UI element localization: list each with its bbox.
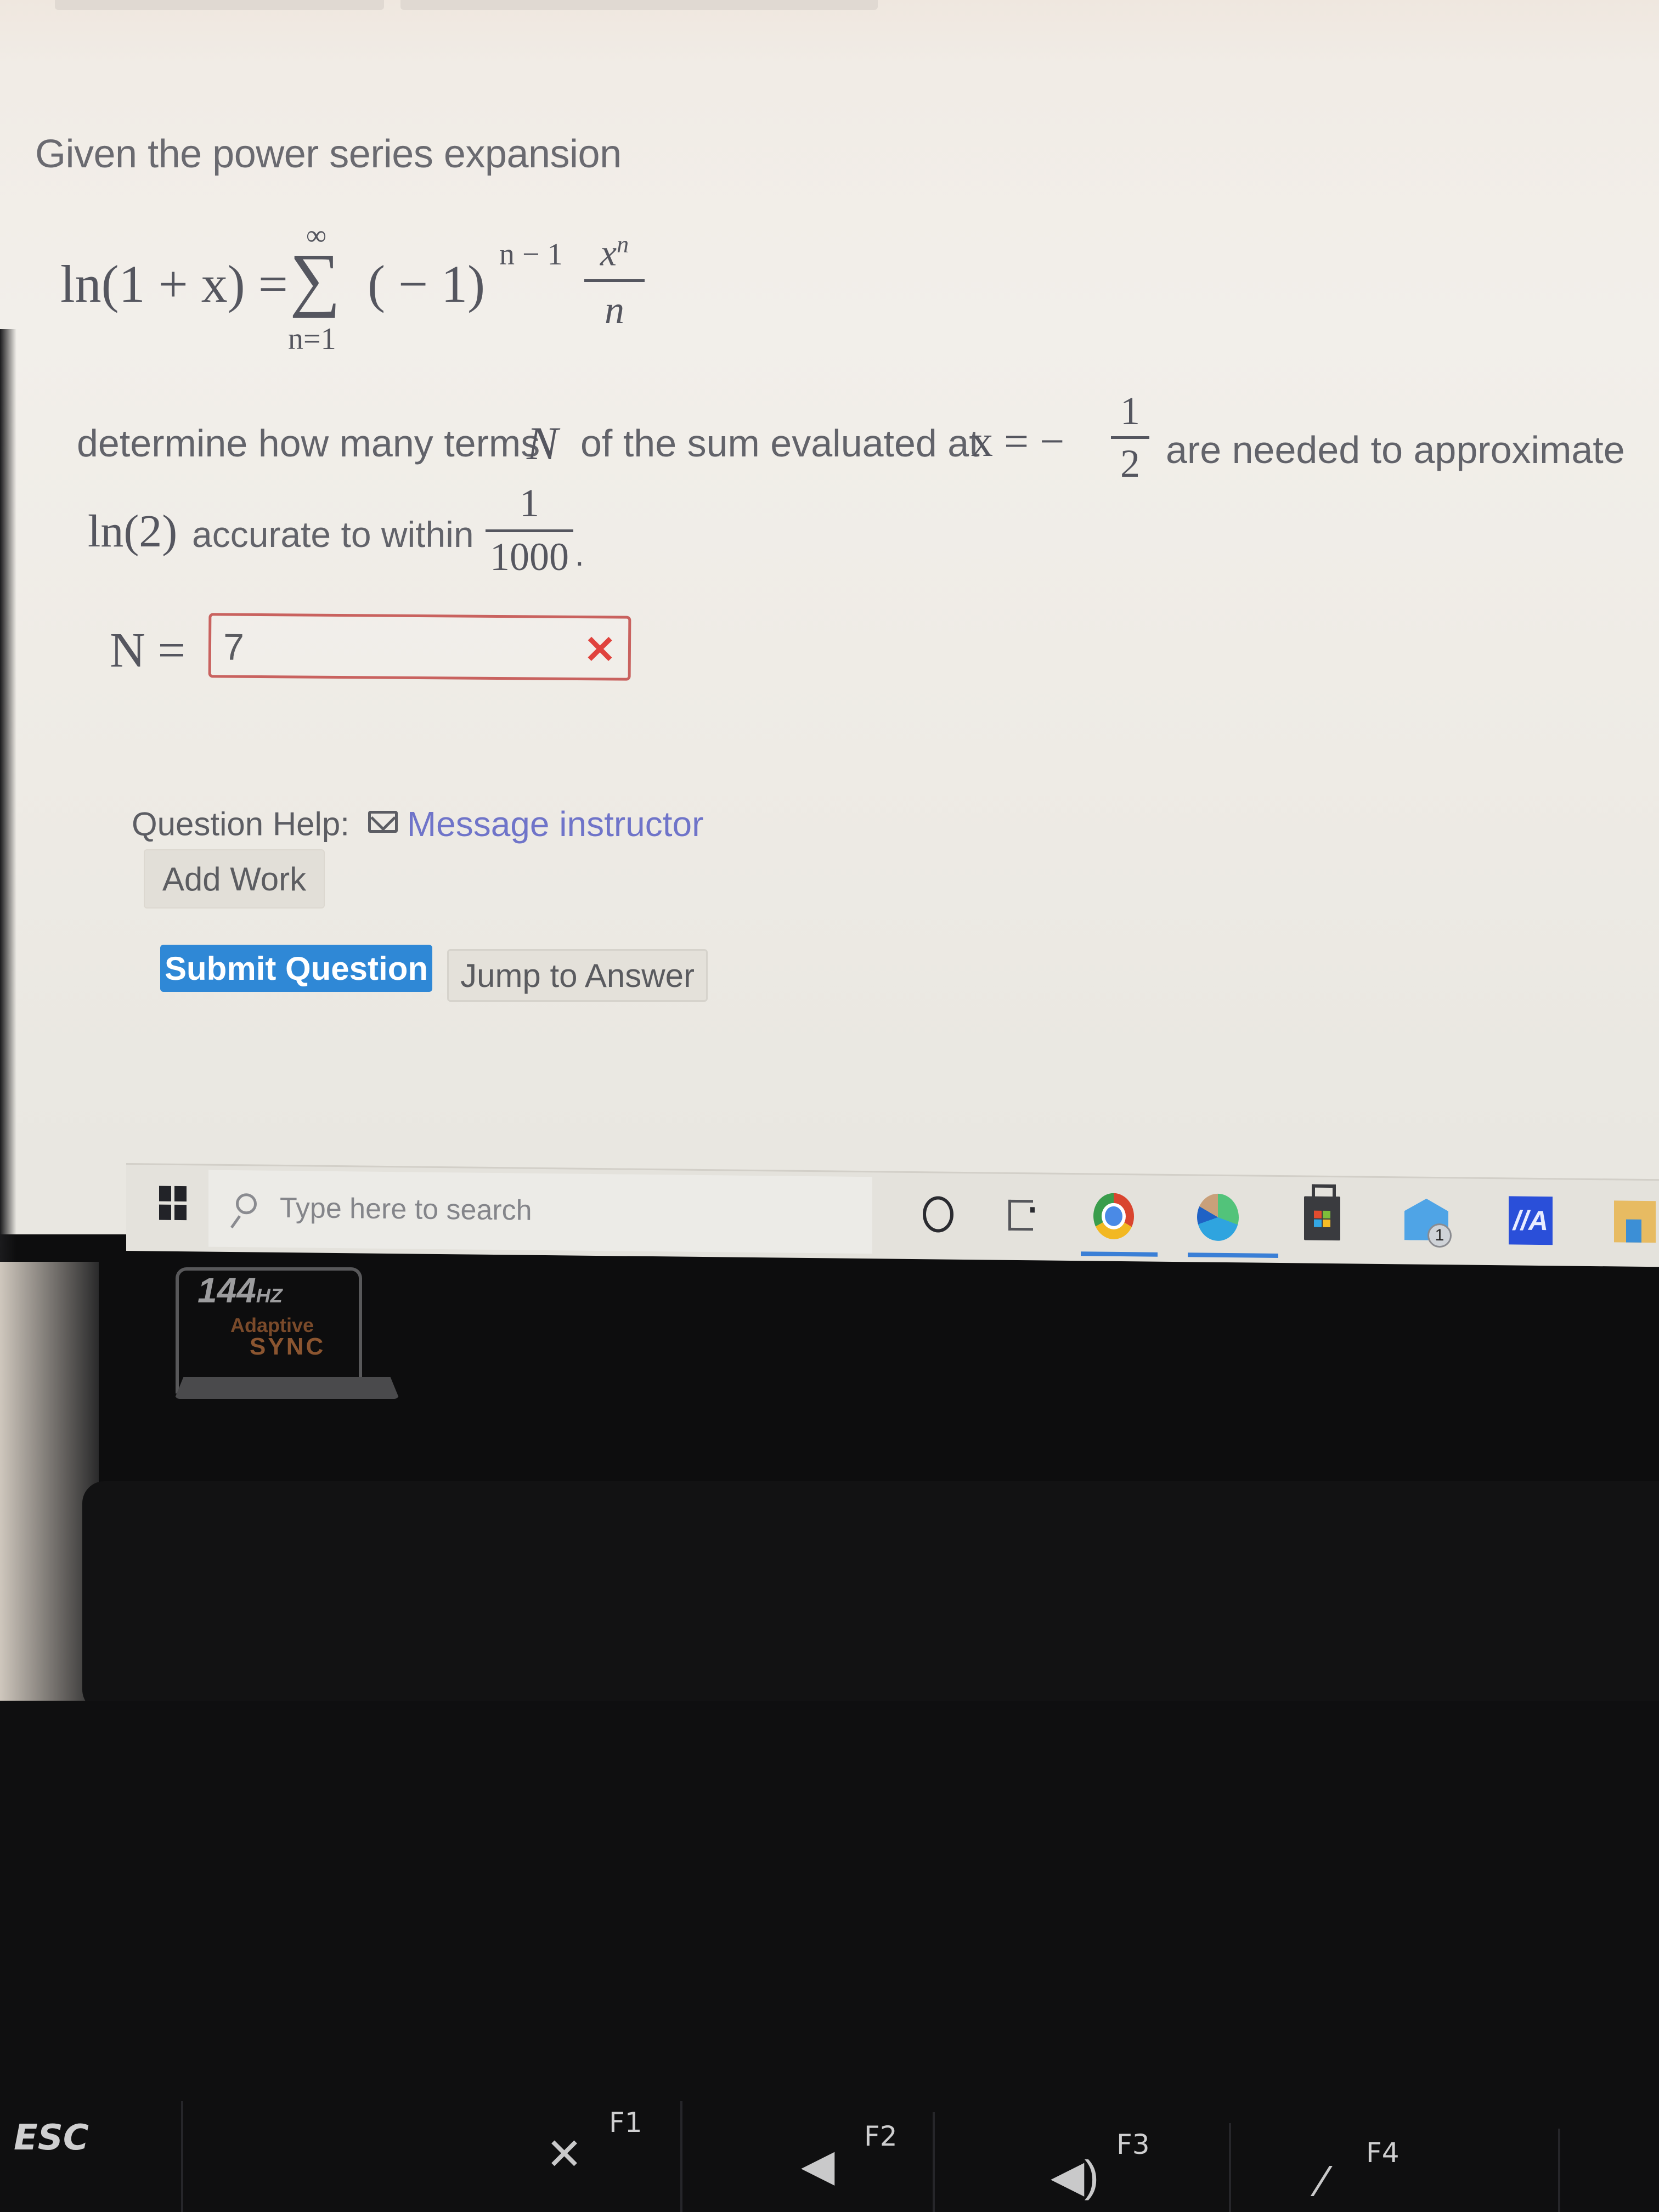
answer-value[interactable]: 7 [223, 626, 244, 669]
ln2-expression: ln(2) [88, 506, 178, 557]
file-explorer-folder-icon[interactable] [1613, 1197, 1657, 1246]
fraction-numerator: 1 [1120, 389, 1140, 433]
submit-question-button[interactable]: Submit Question [160, 945, 432, 992]
f4-key[interactable]: F4 [1366, 2137, 1400, 2169]
search-icon [236, 1193, 257, 1215]
search-placeholder[interactable]: Type here to search [280, 1192, 532, 1227]
numerator-exponent: n [617, 231, 629, 258]
summation: ∞ ∑ n=1 [280, 219, 357, 362]
key-divider [1558, 2129, 1560, 2212]
x-equals: x = − [971, 417, 1065, 466]
chrome-active-indicator [1081, 1251, 1158, 1257]
esc-key[interactable]: ESC [14, 2118, 89, 2158]
fraction-numerator: 1 [520, 481, 539, 525]
add-work-button[interactable]: Add Work [144, 849, 325, 909]
edge-icon[interactable] [1196, 1192, 1240, 1242]
task-view-icon[interactable] [998, 1190, 1042, 1240]
mywork-label: //A [1509, 1196, 1553, 1245]
tolerance-fraction: 1 1000 [486, 481, 573, 580]
sticker-hz-text: 144HZ [198, 1270, 283, 1311]
sum-lower-limit: n=1 [288, 322, 336, 356]
top-tab[interactable] [400, 0, 878, 10]
formula-term: ( − 1) [368, 255, 486, 313]
screen-edge [0, 329, 16, 1262]
answer-input[interactable]: 7 ✕ [208, 613, 631, 681]
jump-to-answer-button[interactable]: Jump to Answer [447, 949, 708, 1002]
variable-N: N [527, 417, 558, 470]
laptop-hinge [82, 1481, 1659, 1712]
question-intro: Given the power series expansion [35, 132, 622, 176]
cortana-circle-icon[interactable] [916, 1189, 960, 1239]
envelope-icon[interactable] [368, 811, 398, 833]
top-bar [55, 0, 878, 10]
x-value-fraction: 1 2 [1111, 388, 1149, 487]
browser-page: Given the power series expansion ln(1 + … [0, 0, 1659, 1262]
mail-badge: 1 [1427, 1223, 1452, 1248]
taskbar-search-box[interactable]: Type here to search [208, 1170, 872, 1254]
answer-label: N = [110, 623, 186, 678]
formula-fraction: xn n [584, 230, 645, 333]
sticker-sync-text: SYNC [250, 1333, 326, 1360]
question-help: Question Help: Message instructor [132, 804, 703, 848]
mic-mute-icon: ⁄ [1319, 2157, 1327, 2205]
question-text: determine how many terms [77, 422, 540, 465]
message-instructor-link[interactable]: Message instructor [407, 804, 704, 844]
question-help-label: Question Help: [132, 805, 349, 843]
f3-key[interactable]: F3 [1116, 2129, 1150, 2160]
incorrect-x-icon: ✕ [584, 628, 617, 672]
sticker-hz-value: 144 [198, 1271, 256, 1310]
mail-icon[interactable]: 1 [1404, 1194, 1452, 1248]
formula-exponent: n − 1 [499, 238, 563, 272]
f1-key[interactable]: F1 [609, 2107, 642, 2138]
windows-taskbar: Type here to search 1 //A [126, 1163, 1659, 1267]
key-divider [181, 2101, 183, 2212]
edge-active-indicator [1188, 1252, 1278, 1258]
key-divider [933, 2112, 935, 2212]
microsoft-store-icon[interactable] [1300, 1193, 1344, 1243]
question-text: of the sum evaluated at [580, 422, 980, 465]
sticker-laptop-base [174, 1377, 399, 1399]
chrome-icon[interactable] [1092, 1191, 1136, 1241]
windows-start-icon[interactable] [159, 1186, 188, 1222]
key-divider [680, 2101, 682, 2212]
volume-down-icon: ◀ [801, 2141, 835, 2190]
fraction-bar [1111, 436, 1149, 439]
question-text: accurate to within [192, 514, 474, 555]
fraction-numerator: xn [584, 230, 645, 275]
f2-key[interactable]: F2 [864, 2120, 898, 2152]
question-text: are needed to approximate [1166, 428, 1625, 471]
fraction-denominator: n [605, 287, 624, 332]
fraction-denominator: 2 [1120, 442, 1140, 486]
sticker-hz-unit: HZ [256, 1284, 283, 1307]
volume-up-icon: ◀) [1051, 2152, 1099, 2200]
formula-lhs: ln(1 + x) = [60, 255, 288, 313]
numerator-base: x [600, 232, 617, 274]
top-tab[interactable] [55, 0, 384, 10]
fraction-bar [584, 279, 645, 282]
answer-row: N = 7 ✕ [110, 613, 658, 686]
mywork-icon[interactable]: //A [1509, 1195, 1553, 1245]
question-line-2: ln(2) accurate to within 1 1000 . [88, 481, 746, 592]
fraction-bar [486, 529, 573, 532]
key-divider [1229, 2123, 1231, 2212]
sigma-symbol: ∑ [290, 240, 341, 319]
fraction-denominator: 1000 [490, 535, 569, 579]
period: . [575, 536, 584, 573]
keyboard-deck [0, 1701, 1659, 2212]
mute-icon: ✕ [546, 2130, 583, 2179]
